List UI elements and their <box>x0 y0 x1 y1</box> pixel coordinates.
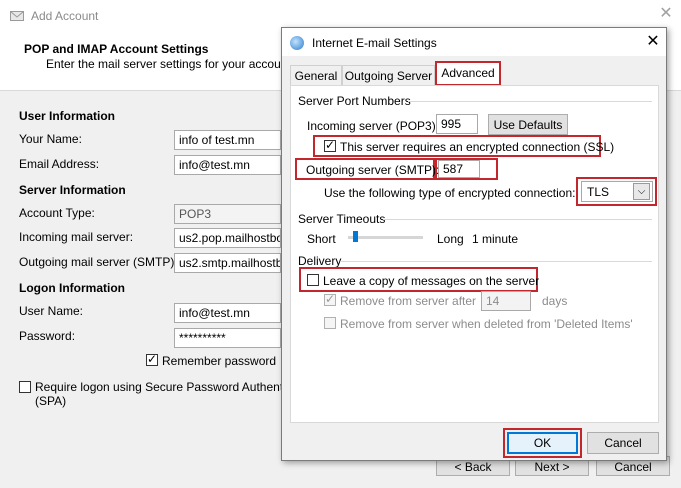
dialog-title: Internet E-mail Settings <box>312 36 437 50</box>
incoming-port-label: Incoming server (POP3): <box>307 119 440 133</box>
cancel-button[interactable]: Cancel <box>587 432 659 454</box>
ssl-checkbox[interactable] <box>324 138 336 152</box>
email-label: Email Address: <box>19 157 100 171</box>
section-heading: POP and IMAP Account Settings <box>24 42 209 56</box>
tab-general[interactable]: General <box>290 65 342 85</box>
email-field[interactable]: info@test.mn <box>174 155 281 175</box>
leave-copy-checkbox[interactable] <box>307 274 319 286</box>
outlook-envelope-icon <box>10 11 24 21</box>
your-name-field[interactable]: info of test.mn <box>174 130 281 150</box>
outgoing-server-label: Outgoing mail server (SMTP): <box>19 255 178 269</box>
incoming-port-field[interactable]: 995 <box>436 114 478 134</box>
delivery-heading: Delivery <box>298 254 342 268</box>
dialog-titlebar: Internet E-mail Settings ✕ <box>282 28 666 56</box>
password-label: Password: <box>19 329 76 343</box>
account-type-field: POP3 <box>174 204 281 224</box>
your-name-label: Your Name: <box>19 132 82 146</box>
spa-label: Require logon using Secure Password Auth… <box>35 380 281 394</box>
close-icon[interactable]: ✕ <box>642 31 664 53</box>
logon-info-heading: Logon Information <box>19 281 125 295</box>
tab-outgoing-server[interactable]: Outgoing Server <box>342 65 435 85</box>
remember-password-checkbox[interactable] <box>146 352 158 366</box>
encryption-value: TLS <box>587 185 610 199</box>
server-port-numbers-heading: Server Port Numbers <box>298 94 411 108</box>
chevron-down-icon[interactable]: ⌵ <box>633 183 650 200</box>
server-timeouts-heading: Server Timeouts <box>298 212 386 226</box>
group-divider <box>383 219 652 220</box>
outgoing-server-field[interactable]: us2.smtp.mailhostbox.com <box>174 253 281 273</box>
timeout-long-label: Long <box>437 232 464 246</box>
close-icon[interactable]: ✕ <box>656 4 676 24</box>
ssl-label: This server requires an encrypted connec… <box>340 140 615 154</box>
section-subheading: Enter the mail server settings for your … <box>46 57 295 71</box>
timeout-value: 1 minute <box>472 232 519 246</box>
incoming-server-label: Incoming mail server: <box>19 230 134 244</box>
user-name-field[interactable]: info@test.mn <box>174 303 281 323</box>
timeout-short-label: Short <box>307 232 336 246</box>
remember-password-label: Remember password <box>162 354 277 368</box>
password-field[interactable]: ********** <box>174 328 281 348</box>
outgoing-port-label: Outgoing server (SMTP): <box>306 163 440 177</box>
remove-deleted-checkbox <box>324 317 336 329</box>
add-account-title: Add Account <box>31 9 99 23</box>
group-divider <box>408 101 652 102</box>
group-divider <box>340 261 652 262</box>
server-info-heading: Server Information <box>19 183 126 197</box>
account-type-label: Account Type: <box>19 206 95 220</box>
tab-advanced[interactable]: Advanced <box>435 61 501 86</box>
timeout-slider-thumb[interactable] <box>353 231 358 242</box>
remove-deleted-label: Remove from server when deleted from 'De… <box>340 317 633 331</box>
outgoing-port-field[interactable]: 587 <box>438 160 480 178</box>
internet-email-settings-dialog: Internet E-mail Settings ✕ General Outgo… <box>281 27 667 461</box>
encryption-label: Use the following type of encrypted conn… <box>324 186 576 200</box>
remove-after-label: Remove from server after <box>340 294 477 308</box>
user-name-label: User Name: <box>19 304 84 318</box>
remove-days-field: 14 <box>481 291 531 311</box>
spa-label-suffix: (SPA) <box>35 394 67 408</box>
timeout-slider-track <box>348 236 423 239</box>
use-defaults-button[interactable]: Use Defaults <box>488 114 568 135</box>
ok-button[interactable]: OK <box>507 432 578 454</box>
user-info-heading: User Information <box>19 109 116 123</box>
spa-checkbox[interactable] <box>19 381 31 393</box>
globe-icon <box>290 36 304 50</box>
remove-after-checkbox <box>324 292 336 306</box>
days-label: days <box>542 294 568 308</box>
incoming-server-field[interactable]: us2.pop.mailhostbox.com <box>174 228 281 248</box>
leave-copy-label: Leave a copy of messages on the server <box>323 274 540 288</box>
